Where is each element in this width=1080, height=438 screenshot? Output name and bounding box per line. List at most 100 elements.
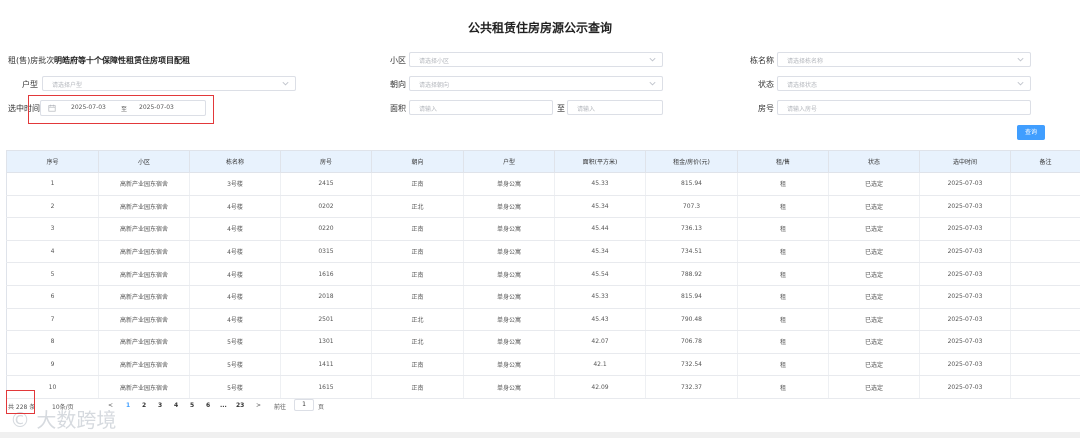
table-cell: 已选定 xyxy=(828,240,920,264)
status-select[interactable]: 请选择状态 xyxy=(777,76,1031,91)
page-ellipsis[interactable]: ... xyxy=(220,402,227,409)
table-cell: 正北 xyxy=(371,308,464,332)
table-cell: 高新产业园东宿舍 xyxy=(98,353,190,377)
page-1-button[interactable]: 1 xyxy=(126,402,130,409)
orientation-select[interactable]: 请选择朝向 xyxy=(409,76,663,91)
table-cell: 45.34 xyxy=(554,195,646,219)
table-cell: 租 xyxy=(737,353,829,377)
table-cell: 已选定 xyxy=(828,285,920,309)
area-max-input[interactable]: 请输入 xyxy=(567,100,663,115)
area-min-input[interactable]: 请输入 xyxy=(409,100,553,115)
table-cell: 高新产业园东宿舍 xyxy=(98,330,190,354)
table-cell: 租 xyxy=(737,285,829,309)
table-cell: 2025-07-03 xyxy=(919,262,1011,286)
table-cell: 1616 xyxy=(280,262,372,286)
table-cell: 正北 xyxy=(371,330,464,354)
building-label: 栋名称 xyxy=(750,56,774,65)
table-row: 7 高新产业园东宿舍 4号楼 2501 正北 单身公寓 45.43 790.48 租已选定 202… xyxy=(6,308,1080,332)
table-cell xyxy=(1010,195,1080,219)
table-row: 4 高新产业园东宿舍 4号楼 0315 正南 单身公寓 45.34 734.51 租已选定 202… xyxy=(6,240,1080,264)
table-cell: 正南 xyxy=(371,172,464,196)
column-header: 栋名称 xyxy=(189,150,281,173)
page-2-button[interactable]: 2 xyxy=(142,402,146,409)
table-row: 3 高新产业园东宿舍 4号楼 0220 正南 单身公寓 45.44 736.13 租已选定 202… xyxy=(6,217,1080,241)
page-4-button[interactable]: 4 xyxy=(174,402,178,409)
table-cell: 45.33 xyxy=(554,285,646,309)
column-header: 序号 xyxy=(6,150,99,173)
table-cell: 45.34 xyxy=(554,240,646,264)
column-header: 租金/房价(元) xyxy=(645,150,738,173)
area-to-label: 至 xyxy=(557,104,565,113)
unit-type-select[interactable]: 请选择户型 xyxy=(42,76,296,91)
room-input[interactable]: 请输入房号 xyxy=(777,100,1031,115)
table-cell: 42.07 xyxy=(554,330,646,354)
status-label: 状态 xyxy=(758,80,774,89)
table-cell: 租 xyxy=(737,240,829,264)
chevron-down-icon xyxy=(282,81,289,86)
table-cell: 单身公寓 xyxy=(463,330,555,354)
table-cell: 已选定 xyxy=(828,308,920,332)
table-cell: 正南 xyxy=(371,217,464,241)
table-cell: 高新产业园东宿舍 xyxy=(98,240,190,264)
table-cell: 租 xyxy=(737,217,829,241)
table-cell: 732.54 xyxy=(645,353,738,377)
table-cell xyxy=(1010,330,1080,354)
column-header: 户型 xyxy=(463,150,555,173)
community-placeholder: 请选择小区 xyxy=(419,58,450,65)
table-cell: 租 xyxy=(737,330,829,354)
table-cell: 8 xyxy=(6,330,99,354)
table-cell: 815.94 xyxy=(645,172,738,196)
page-5-button[interactable]: 5 xyxy=(190,402,194,409)
table-cell xyxy=(1010,262,1080,286)
table-cell: 42.09 xyxy=(554,375,646,399)
area-min-placeholder: 请输入 xyxy=(419,106,438,113)
table-row: 2 高新产业园东宿舍 4号楼 0202 正北 单身公寓 45.34 707.3 租已选定 2025… xyxy=(6,195,1080,219)
query-button[interactable]: 查询 xyxy=(1017,125,1045,140)
page-23-button[interactable]: 23 xyxy=(236,402,244,409)
table-cell: 5号楼 xyxy=(189,375,281,399)
goto-label: 前往 xyxy=(274,404,287,411)
building-placeholder: 请选择栋名称 xyxy=(787,58,824,65)
column-header: 朝向 xyxy=(371,150,464,173)
table-cell: 45.54 xyxy=(554,262,646,286)
chevron-down-icon xyxy=(1017,81,1024,86)
table-cell: 单身公寓 xyxy=(463,240,555,264)
area-label: 面积 xyxy=(390,104,406,113)
table-cell: 4 xyxy=(6,240,99,264)
table-row: 5 高新产业园东宿舍 4号楼 1616 正南 单身公寓 45.54 788.92 租已选定 202… xyxy=(6,262,1080,286)
table-cell: 单身公寓 xyxy=(463,262,555,286)
table-cell: 高新产业园东宿舍 xyxy=(98,285,190,309)
goto-page-input[interactable]: 1 xyxy=(294,399,314,411)
table-cell: 7 xyxy=(6,308,99,332)
next-page-button[interactable]: > xyxy=(256,402,261,409)
orientation-label: 朝向 xyxy=(390,80,406,89)
table-cell: 788.92 xyxy=(645,262,738,286)
table-cell: 6 xyxy=(6,285,99,309)
table-cell: 42.1 xyxy=(554,353,646,377)
table-cell: 4号楼 xyxy=(189,308,281,332)
column-header: 状态 xyxy=(828,150,920,173)
room-label: 房号 xyxy=(758,104,774,113)
status-placeholder: 请选择状态 xyxy=(787,82,818,89)
table-cell: 45.33 xyxy=(554,172,646,196)
table-cell: 2 xyxy=(6,195,99,219)
table-cell: 正南 xyxy=(371,375,464,399)
table-cell: 正北 xyxy=(371,195,464,219)
table-cell: 已选定 xyxy=(828,195,920,219)
table-cell xyxy=(1010,285,1080,309)
table-row: 8 高新产业园东宿舍 5号楼 1301 正北 单身公寓 42.07 706.78 租已选定 202… xyxy=(6,330,1080,354)
table-cell: 租 xyxy=(737,375,829,399)
table-cell xyxy=(1010,217,1080,241)
table-row: 1 高新产业园东宿舍 3号楼 2415 正南 单身公寓 45.33 815.94 租已选定 202… xyxy=(6,172,1080,196)
community-select[interactable]: 请选择小区 xyxy=(409,52,663,67)
chevron-down-icon xyxy=(1017,57,1024,62)
table-cell: 5 xyxy=(6,262,99,286)
table-cell: 高新产业园东宿舍 xyxy=(98,217,190,241)
table-cell: 高新产业园东宿舍 xyxy=(98,308,190,332)
page-title: 公共租赁住房房源公示查询 xyxy=(467,21,612,35)
page-3-button[interactable]: 3 xyxy=(158,402,162,409)
page-6-button[interactable]: 6 xyxy=(206,402,210,409)
table-cell: 45.44 xyxy=(554,217,646,241)
building-select[interactable]: 请选择栋名称 xyxy=(777,52,1031,67)
column-header: 备注 xyxy=(1010,150,1080,173)
